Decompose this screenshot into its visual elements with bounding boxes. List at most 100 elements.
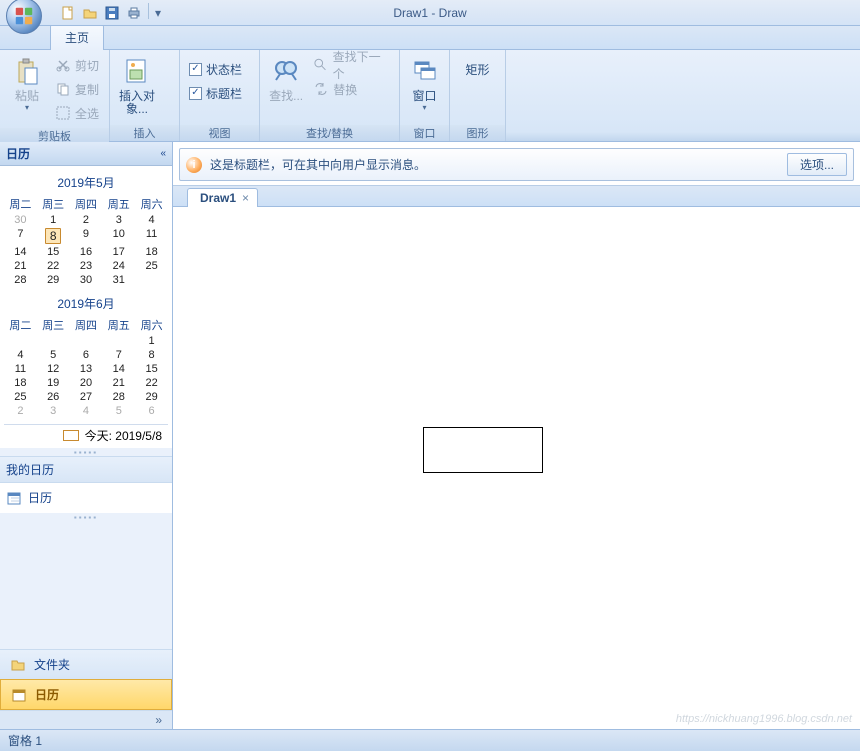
ribbon-group-shapes: 矩形 图形 — [450, 50, 506, 141]
insert-object-button[interactable]: 插入对象... — [114, 52, 160, 123]
calendar-day[interactable]: 21 — [102, 376, 135, 390]
calendar-day[interactable]: 26 — [37, 390, 70, 404]
calendar-day[interactable] — [70, 334, 103, 348]
calendar-day[interactable]: 12 — [37, 362, 70, 376]
calendar-day[interactable]: 11 — [135, 227, 168, 245]
calendar-day[interactable]: 31 — [102, 273, 135, 287]
calendar-day[interactable]: 28 — [4, 273, 37, 287]
calendar-day[interactable]: 19 — [37, 376, 70, 390]
qat-new-button[interactable] — [58, 3, 78, 23]
calendar-day[interactable]: 11 — [4, 362, 37, 376]
calendar-day[interactable]: 2 — [70, 213, 103, 227]
calendar-day[interactable]: 25 — [135, 259, 168, 273]
titlebar-checkbox[interactable]: ✓标题栏 — [186, 82, 245, 104]
calendar-day[interactable] — [102, 334, 135, 348]
ribbon-tab-home[interactable]: 主页 — [50, 24, 104, 50]
window-button[interactable]: 窗口 ▾ — [404, 52, 445, 123]
sidebar: 日历 « 2019年5月 周二周三周四周五周六 3012347891011141… — [0, 142, 173, 729]
calendar-day[interactable]: 14 — [102, 362, 135, 376]
calendar-day[interactable]: 27 — [70, 390, 103, 404]
close-icon[interactable]: × — [242, 191, 249, 205]
calendar-icon — [11, 687, 27, 703]
calendar-day[interactable]: 4 — [4, 348, 37, 362]
calendar-day[interactable] — [37, 334, 70, 348]
calendar-day[interactable]: 18 — [135, 245, 168, 259]
calendar-day[interactable]: 6 — [70, 348, 103, 362]
calendar-day[interactable]: 3 — [102, 213, 135, 227]
resize-grip[interactable]: ▪▪▪▪▪ — [0, 448, 172, 456]
calendar-day[interactable]: 4 — [135, 213, 168, 227]
cut-button[interactable]: 剪切 — [52, 54, 102, 76]
calendar-day[interactable]: 16 — [70, 245, 103, 259]
qat-save-button[interactable] — [102, 3, 122, 23]
calendar-day[interactable]: 15 — [135, 362, 168, 376]
calendar-day[interactable]: 3 — [37, 404, 70, 418]
calendar-day[interactable]: 15 — [37, 245, 70, 259]
calendar-day[interactable]: 7 — [4, 227, 37, 245]
document-tab[interactable]: Draw1 × — [187, 188, 258, 207]
calendar-day[interactable]: 9 — [70, 227, 103, 245]
copy-button[interactable]: 复制 — [52, 78, 102, 100]
calendar-day[interactable]: 22 — [37, 259, 70, 273]
calendar-day[interactable]: 29 — [37, 273, 70, 287]
sidebar-item-calendar[interactable]: 日历 — [6, 487, 166, 508]
calendar-day[interactable]: 2 — [4, 404, 37, 418]
calendar-day[interactable] — [4, 334, 37, 348]
drawing-canvas[interactable]: https://nickhuang1996.blog.csdn.net — [173, 207, 860, 729]
rectangle-shape[interactable] — [423, 427, 543, 473]
document-tab-row: Draw1 × — [173, 185, 860, 207]
calendar-day[interactable]: 5 — [37, 348, 70, 362]
replace-button[interactable]: 替换 — [310, 78, 393, 100]
calendar-day[interactable]: 30 — [4, 213, 37, 227]
qat-open-button[interactable] — [80, 3, 100, 23]
calendar-day[interactable]: 18 — [4, 376, 37, 390]
qat-print-button[interactable] — [124, 3, 144, 23]
findnext-button[interactable]: 查找下一个 — [310, 54, 393, 76]
calendar-day[interactable]: 20 — [70, 376, 103, 390]
nav-calendar[interactable]: 日历 — [0, 679, 172, 710]
replace-icon — [313, 81, 329, 97]
calendar-dow: 周三 — [37, 195, 70, 213]
calendar-day[interactable]: 23 — [70, 259, 103, 273]
window-label: 窗口 — [412, 90, 436, 103]
calendar-day[interactable]: 21 — [4, 259, 37, 273]
message-text: 这是标题栏，可在其中向用户显示消息。 — [210, 156, 779, 173]
rectangle-button[interactable]: 矩形 — [454, 52, 501, 123]
watermark: https://nickhuang1996.blog.csdn.net — [676, 713, 852, 725]
nav-folders[interactable]: 文件夹 — [0, 649, 172, 679]
sidebar-section-mycal[interactable]: 我的日历 — [0, 456, 172, 483]
calendar-day[interactable]: 7 — [102, 348, 135, 362]
calendar-day[interactable]: 22 — [135, 376, 168, 390]
sidebar-menu-button[interactable]: « — [160, 148, 166, 159]
calendar-day[interactable] — [135, 273, 168, 287]
calendar-day[interactable]: 24 — [102, 259, 135, 273]
paste-button[interactable]: 粘贴 ▾ — [4, 52, 50, 126]
calendar-day[interactable]: 6 — [135, 404, 168, 418]
calendar-day[interactable]: 13 — [70, 362, 103, 376]
calendar-day[interactable]: 29 — [135, 390, 168, 404]
calendar-day[interactable]: 28 — [102, 390, 135, 404]
calendar-month-2: 2019年6月 周二周三周四周五周六 145678111213141518192… — [4, 293, 168, 418]
ribbon-group-label: 插入 — [110, 125, 179, 141]
calendar-day[interactable]: 14 — [4, 245, 37, 259]
statusbar-checkbox[interactable]: ✓状态栏 — [186, 58, 245, 80]
selectall-button[interactable]: 全选 — [52, 102, 102, 124]
calendar-day[interactable]: 1 — [135, 334, 168, 348]
calendar-day[interactable]: 30 — [70, 273, 103, 287]
qat-customize-button[interactable]: ▾ — [153, 3, 163, 23]
today-line[interactable]: 今天: 2019/5/8 — [4, 424, 168, 446]
options-button[interactable]: 选项... — [787, 153, 847, 176]
calendar-day[interactable]: 1 — [37, 213, 70, 227]
info-icon: i — [186, 157, 202, 173]
find-button[interactable]: 查找... — [264, 52, 308, 123]
calendar-day[interactable]: 8 — [135, 348, 168, 362]
resize-grip[interactable]: ▪▪▪▪▪ — [0, 513, 172, 521]
calendar-day[interactable]: 10 — [102, 227, 135, 245]
calendar-day[interactable]: 4 — [70, 404, 103, 418]
calendar-day[interactable]: 8 — [37, 227, 70, 245]
calendar-day[interactable]: 17 — [102, 245, 135, 259]
calendar-day[interactable]: 25 — [4, 390, 37, 404]
nav-overflow-button[interactable]: » — [0, 710, 172, 729]
calendar-day[interactable]: 5 — [102, 404, 135, 418]
ribbon-group-clipboard: 粘贴 ▾ 剪切 复制 全选 剪贴板 — [0, 50, 110, 141]
